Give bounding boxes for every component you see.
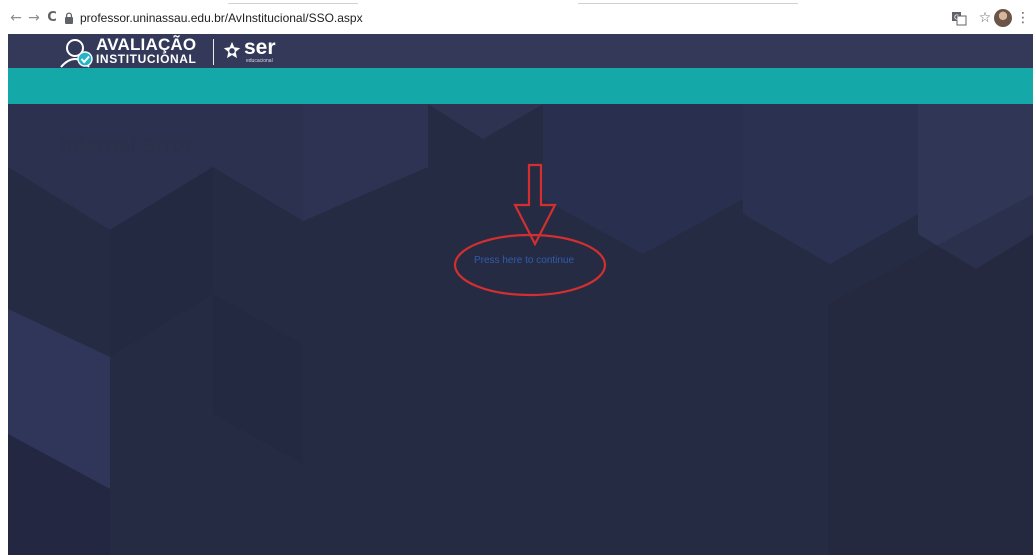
- url-text[interactable]: professor.uninassau.edu.br/AvInstitucion…: [80, 11, 363, 25]
- bookmark-star-icon[interactable]: ☆: [977, 9, 993, 27]
- logo-divider: [213, 39, 214, 65]
- site-header: AVALIAÇÃO INSTITUCIONAL ser educacional: [8, 34, 1033, 68]
- user-check-logo-icon: [60, 39, 93, 68]
- browser-toolbar: ← → C professor.uninassau.edu.br/AvInsti…: [0, 0, 1033, 34]
- ser-logo-subtext: educacional: [246, 58, 273, 64]
- reload-button[interactable]: C: [44, 10, 60, 26]
- profile-avatar[interactable]: [994, 9, 1012, 27]
- website-content: AVALIAÇÃO INSTITUCIONAL ser educacional: [8, 34, 1033, 555]
- background-geometry: [8, 104, 1033, 555]
- continue-link[interactable]: Press here to continue: [474, 255, 574, 267]
- ser-logo-text: ser: [244, 36, 276, 59]
- svg-text:G: G: [954, 14, 959, 22]
- ser-educacional-logo: ser educacional: [222, 36, 286, 68]
- address-bar[interactable]: professor.uninassau.edu.br/AvInstitucion…: [60, 9, 940, 27]
- lock-icon: [65, 12, 73, 24]
- navigation-bar: [8, 68, 1033, 104]
- forward-button[interactable]: →: [26, 10, 42, 26]
- tab-edge-right: [578, 0, 798, 4]
- back-button[interactable]: ←: [8, 10, 24, 26]
- error-title: Internal Error: [60, 134, 194, 157]
- tab-edge-left: [228, 0, 358, 4]
- brand-title: AVALIAÇÃO: [96, 35, 197, 54]
- brand-subtitle: INSTITUCIONAL: [96, 52, 197, 66]
- error-panel: Internal Error Press here to continue: [8, 104, 1033, 555]
- ser-flower-icon: [223, 41, 241, 59]
- browser-window: ← → C professor.uninassau.edu.br/AvInsti…: [0, 0, 1033, 555]
- tab-strip: [8, 0, 1025, 5]
- translate-icon[interactable]: G: [951, 9, 967, 27]
- menu-icon[interactable]: ⋮: [1016, 9, 1030, 27]
